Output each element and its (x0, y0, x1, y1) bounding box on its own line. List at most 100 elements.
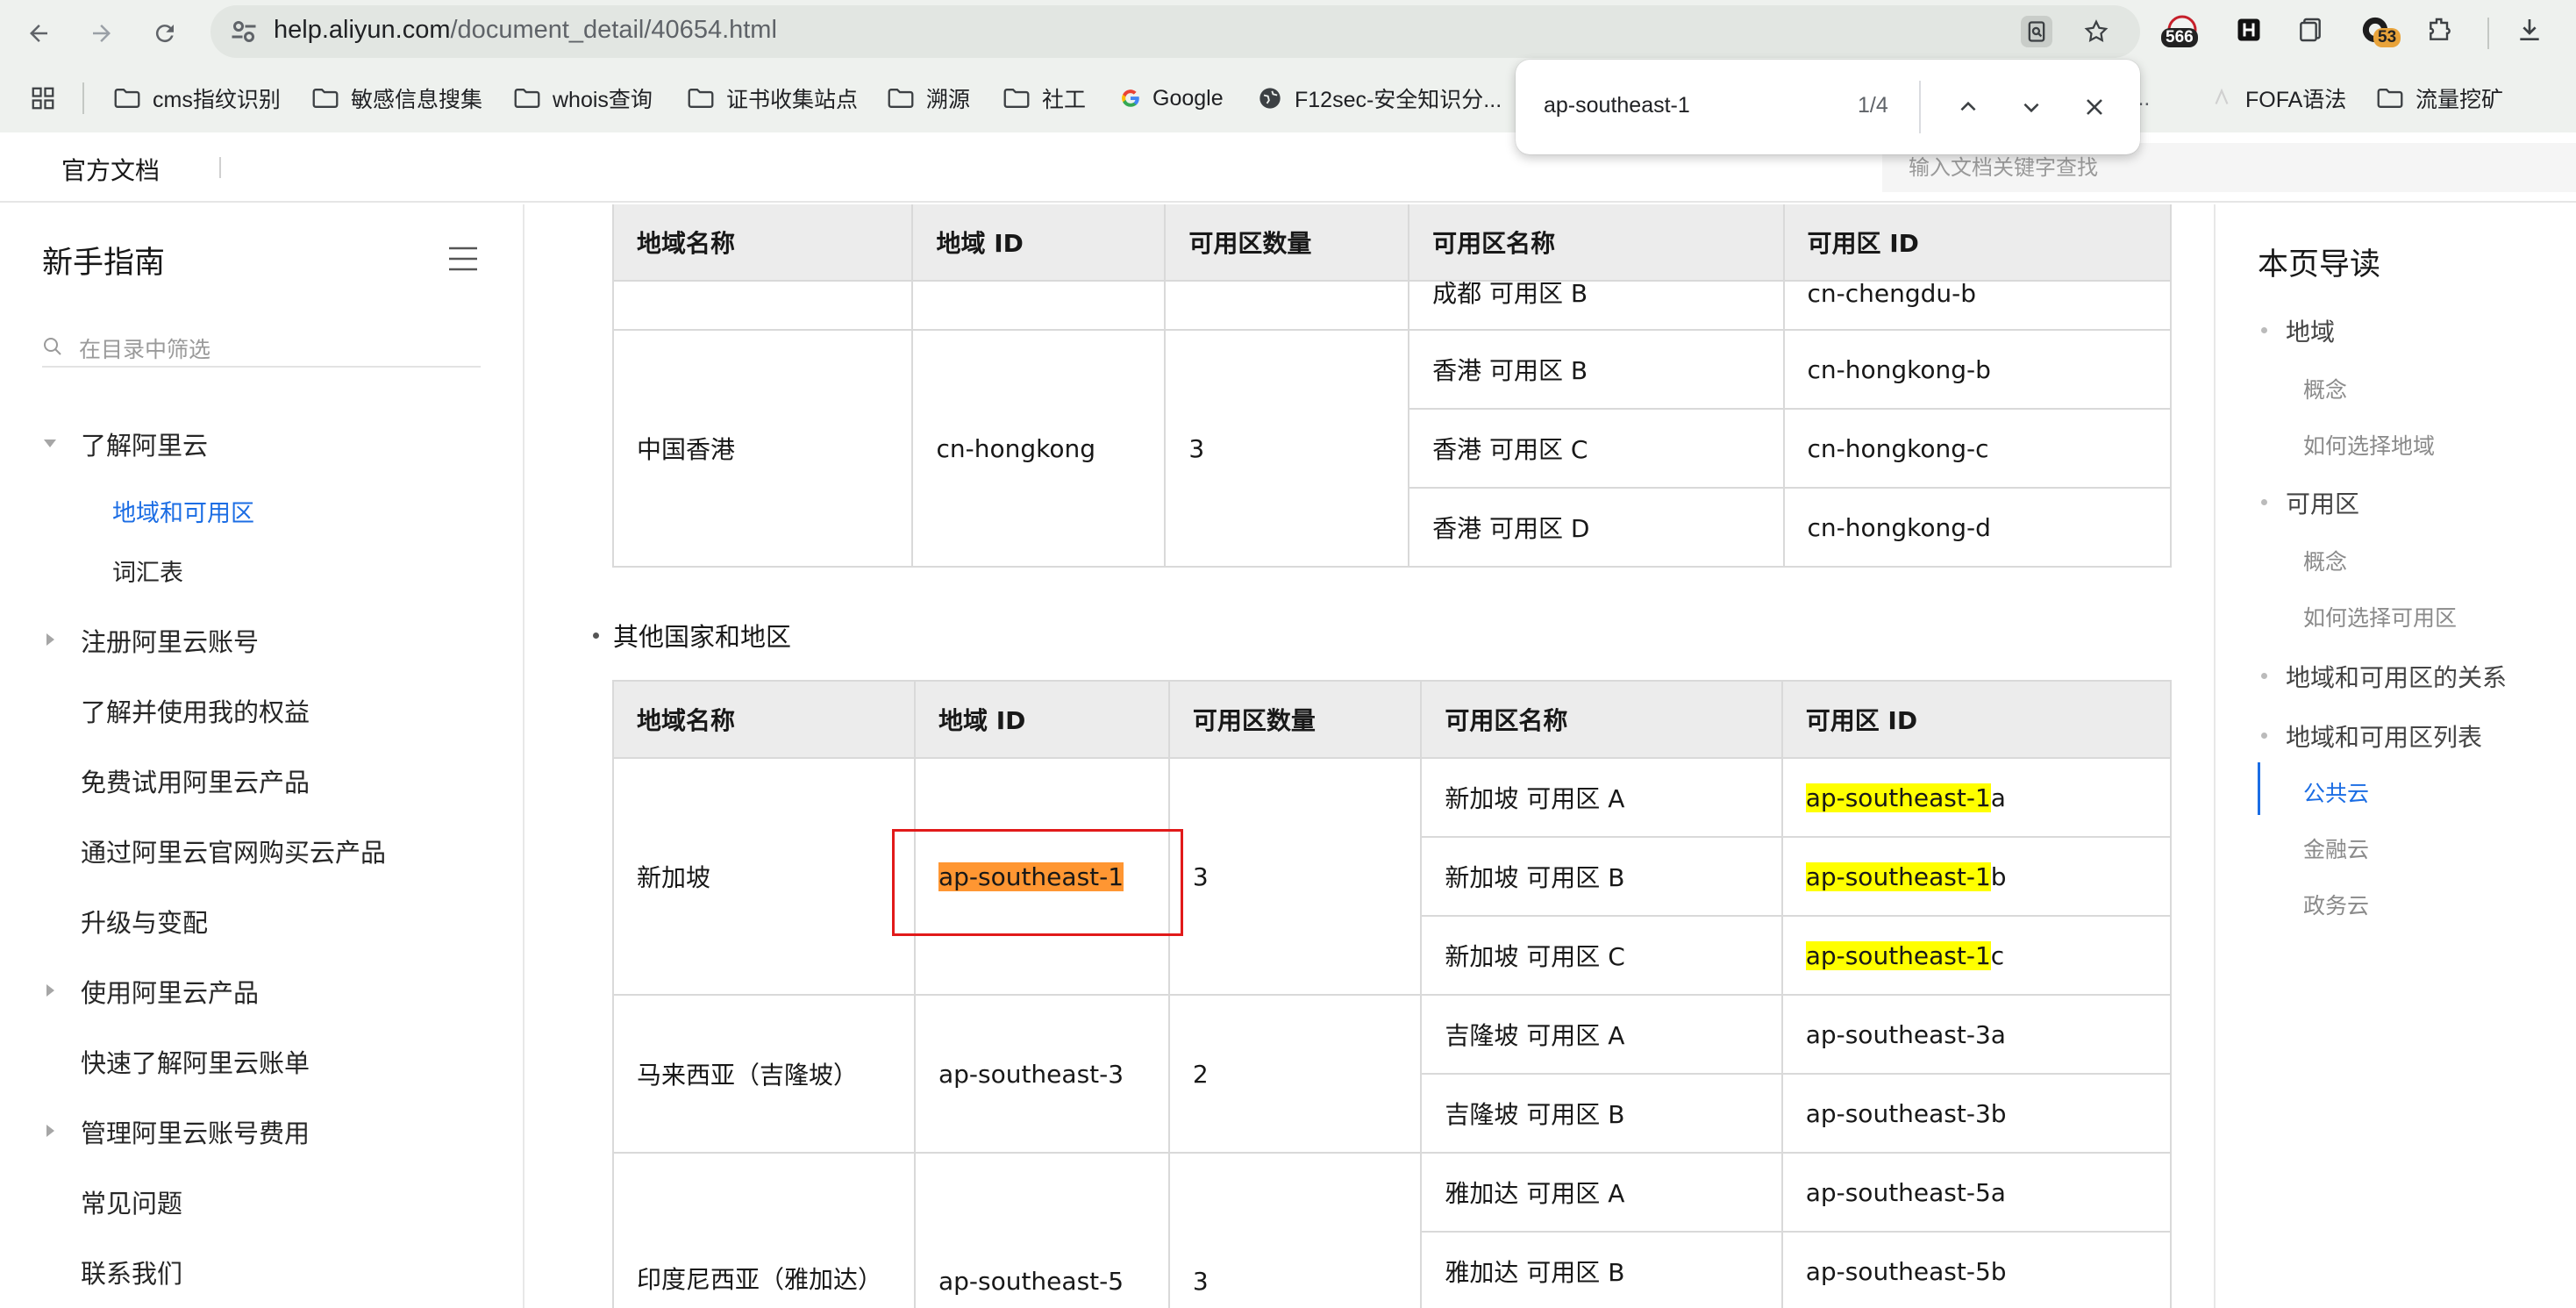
toc-item-zone[interactable]: 可用区 (2286, 485, 2359, 520)
folder-icon (688, 89, 714, 108)
caret-right-icon[interactable] (42, 1123, 58, 1139)
column-header: 可用区数量 (1167, 680, 1423, 759)
back-button[interactable] (18, 12, 60, 54)
url-path: /document_detail/40654.html (450, 16, 777, 44)
sidebar-item-contact[interactable]: 联系我们 (81, 1254, 182, 1290)
zone-id-cell: cn-hongkong-c (1782, 408, 2172, 489)
forward-button[interactable] (81, 12, 123, 54)
find-match-count: 1/4 (1858, 93, 1888, 118)
bookmark-google[interactable]: Google (1119, 82, 1224, 114)
bookmark-f12sec[interactable]: F12sec-安全知识分... (1258, 82, 1502, 114)
address-bar[interactable]: help.aliyun.com/document_detail/40654.ht… (211, 5, 2140, 58)
caret-right-icon[interactable] (42, 632, 58, 647)
puzzle-icon (2430, 18, 2451, 40)
sidebar-item-glossary[interactable]: 词汇表 (112, 554, 183, 588)
bookmark-label: cms指纹识别 (153, 88, 281, 112)
toc-item-finance-cloud[interactable]: 金融云 (2303, 833, 2369, 864)
zone-count-cell: 2 (1167, 994, 1423, 1154)
find-page-icon (2028, 21, 2045, 42)
sidebar-item-use-products[interactable]: 使用阿里云产品 (81, 973, 259, 1010)
caret-right-icon[interactable] (42, 983, 58, 998)
extension-1[interactable]: 566 (2161, 11, 2201, 49)
toc-item-list[interactable]: 地域和可用区列表 (2286, 718, 2482, 754)
sidebar-filter[interactable]: 在目录中筛选 (42, 327, 481, 368)
bookmark-folder-trace[interactable]: 溯源 (888, 82, 970, 114)
folder-icon (514, 89, 540, 108)
bookmark-folder-whois[interactable]: whois查询 (514, 82, 653, 114)
zone-name-cell: 新加坡 可用区 C (1420, 915, 1783, 996)
site-info-icon[interactable] (228, 16, 260, 47)
table-cell (911, 280, 1167, 331)
bookmark-folder-mining[interactable]: 流量挖矿 (2377, 82, 2503, 114)
reload-icon (155, 25, 174, 43)
extension-1-badge: 566 (2161, 28, 2198, 47)
table-row: 中国香港 cn-hongkong 3 香港 可用区 B cn-hongkong-… (611, 329, 2172, 568)
toc-item-relationship[interactable]: 地域和可用区的关系 (2286, 659, 2507, 694)
toc-item-zone-concept[interactable]: 概念 (2303, 545, 2347, 576)
zone-id-cell: cn-hongkong-d (1782, 487, 2172, 568)
toc-item-choose-zone[interactable]: 如何选择可用区 (2303, 601, 2457, 633)
bookmark-label: F12sec-安全知识分... (1295, 88, 1502, 112)
bookmark-folder-cms[interactable]: cms指纹识别 (114, 82, 281, 114)
find-next-button[interactable] (2014, 89, 2049, 125)
find-close-button[interactable] (2077, 89, 2112, 125)
sidebar-item-benefits[interactable]: 了解并使用我的权益 (81, 692, 310, 729)
china-regions-table: 地域名称 地域 ID 可用区数量 可用区名称 可用区 ID 成都 可用区 B c… (611, 204, 2172, 568)
caret-down-icon[interactable] (42, 435, 58, 451)
toc-title: 本页导读 (2258, 247, 2381, 282)
column-header: 可用区数量 (1164, 204, 1410, 282)
sidebar-item-regions-zones[interactable]: 地域和可用区 (112, 494, 254, 528)
extension-2[interactable] (2230, 11, 2268, 49)
zone-id: cn-chengdu-b (1807, 281, 1977, 308)
chevron-down-icon (2023, 103, 2039, 113)
bookmark-fofa[interactable]: FOFA语法 (2210, 82, 2346, 114)
table-row: 新加坡 ap-southeast-1 3 新加坡 可用区 A ap-southe… (612, 757, 2173, 996)
bookmark-folder-sensitive[interactable]: 敏感信息搜集 (312, 82, 482, 114)
url-text[interactable]: help.aliyun.com/document_detail/40654.ht… (274, 16, 777, 45)
reload-button[interactable] (144, 12, 186, 54)
bookmark-folder-cert[interactable]: 证书收集站点 (688, 82, 858, 114)
bullet-dot (593, 632, 599, 639)
zone-id-suffix: a (1990, 783, 2006, 812)
region-name-cell: 马来西亚（吉隆坡） (612, 994, 916, 1154)
zone-name-cell: 新加坡 可用区 B (1420, 836, 1783, 917)
extension-h-icon (2237, 18, 2260, 41)
downloads-button[interactable] (2510, 11, 2549, 49)
sidebar-item-register[interactable]: 注册阿里云账号 (81, 622, 259, 659)
find-match: ap-southeast-1 (1805, 940, 1991, 970)
sidebar-item-free-trial[interactable]: 免费试用阿里云产品 (81, 762, 310, 799)
toc-item-region-concept[interactable]: 概念 (2303, 373, 2347, 404)
find-previous-button[interactable] (1951, 89, 1986, 125)
bookmark-folder-social[interactable]: 社工 (1003, 82, 1086, 114)
folder-icon (114, 89, 140, 108)
left-sidebar: 新手指南 在目录中筛选 了解阿里云 地域和可用区 词汇表 注册阿里云账号 了解并… (0, 204, 524, 1308)
bookmark-label: 溯源 (926, 88, 971, 112)
sidebar-item-purchase[interactable]: 通过阿里云官网购买云产品 (81, 833, 386, 869)
column-header: 可用区 ID (1782, 204, 2172, 282)
star-icon (2084, 19, 2109, 42)
find-input[interactable]: ap-southeast-1 (1544, 93, 1690, 118)
sidebar-item-billing[interactable]: 快速了解阿里云账单 (81, 1043, 310, 1080)
site-title-link[interactable]: 官方文档 (61, 152, 160, 187)
find-in-page-button[interactable] (2021, 16, 2052, 47)
toc-bullet (2261, 673, 2267, 679)
zone-name-cell: 香港 可用区 C (1408, 408, 1785, 489)
apps-button[interactable] (30, 82, 56, 114)
extensions-menu-button[interactable] (2421, 11, 2459, 49)
sidebar-item-manage-costs[interactable]: 管理阿里云账号费用 (81, 1113, 310, 1150)
toc-item-region[interactable]: 地域 (2286, 313, 2335, 348)
table-row: 印度尼西亚（雅加达） ap-southeast-5 3 雅加达 可用区 A ap… (612, 1152, 2173, 1308)
menu-toggle-icon[interactable] (447, 245, 479, 273)
extension-4[interactable]: 53 (2356, 11, 2401, 49)
toc-item-gov-cloud[interactable]: 政务云 (2303, 889, 2369, 920)
folder-icon (888, 89, 914, 108)
toc-item-public-cloud[interactable]: 公共云 (2303, 776, 2369, 808)
toolbar-divider (2487, 18, 2489, 49)
extension-3[interactable] (2291, 11, 2330, 49)
toc-item-choose-region[interactable]: 如何选择地域 (2303, 429, 2435, 461)
bookmark-label: 社工 (1042, 88, 1087, 112)
sidebar-item-upgrade[interactable]: 升级与变配 (81, 903, 208, 940)
sidebar-item-faq[interactable]: 常见问题 (81, 1183, 182, 1220)
sidebar-item-learn-aliyun[interactable]: 了解阿里云 (81, 425, 208, 462)
bookmark-star-button[interactable] (2080, 16, 2112, 47)
